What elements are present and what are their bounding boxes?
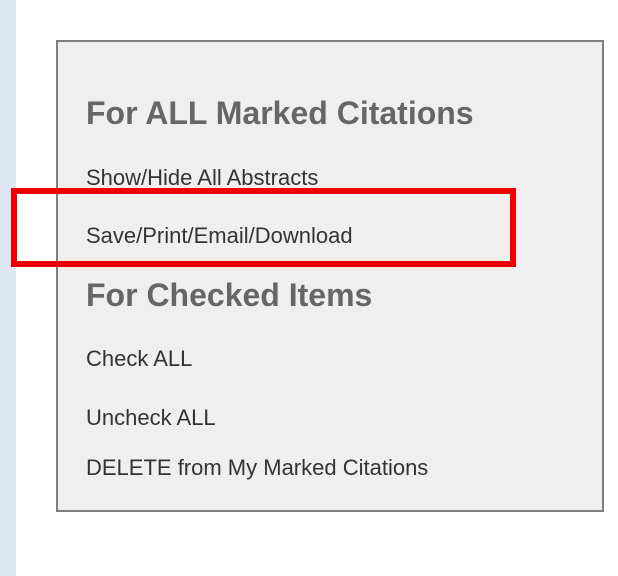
save-print-email-download-link[interactable]: Save/Print/Email/Download — [86, 222, 353, 250]
show-hide-all-abstracts-link[interactable]: Show/Hide All Abstracts — [86, 164, 318, 192]
for-all-marked-citations-heading: For ALL Marked Citations — [86, 95, 474, 131]
delete-from-my-marked-citations-link[interactable]: DELETE from My Marked Citations — [86, 454, 428, 482]
check-all-link[interactable]: Check ALL — [86, 345, 192, 373]
page-area: For ALL Marked Citations Show/Hide All A… — [16, 0, 618, 576]
for-checked-items-heading: For Checked Items — [86, 277, 373, 313]
marked-citations-panel: For ALL Marked Citations Show/Hide All A… — [56, 40, 604, 512]
uncheck-all-link[interactable]: Uncheck ALL — [86, 404, 216, 432]
